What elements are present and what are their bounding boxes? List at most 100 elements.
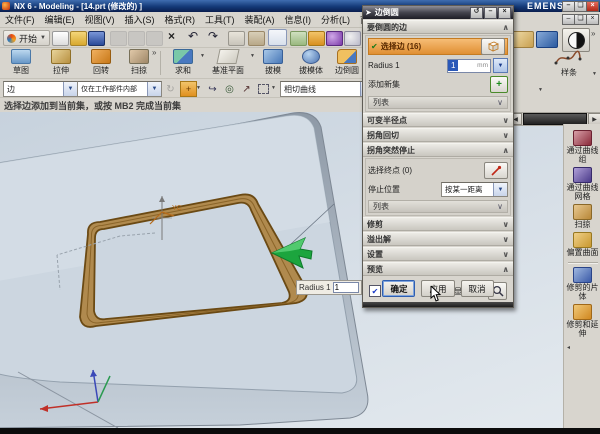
trim-label: 修剪 bbox=[367, 219, 383, 230]
snap-point-icon[interactable] bbox=[308, 31, 325, 46]
strip-collapse-icon[interactable]: ◂ bbox=[567, 344, 600, 351]
start-icon bbox=[7, 34, 16, 43]
swept-button[interactable]: 扫掠 bbox=[564, 204, 600, 229]
delete-icon[interactable]: × bbox=[168, 29, 175, 43]
edge-blend-label: 边倒圆 bbox=[328, 65, 366, 76]
unite-button[interactable]: 求和 bbox=[164, 49, 202, 76]
corner-setback-section-header[interactable]: 拐角回切 ∨ bbox=[363, 128, 513, 142]
type-filter-combo[interactable]: 边 ▼ bbox=[3, 81, 78, 97]
through-curve-mesh-button[interactable]: 通过曲线网格 bbox=[564, 167, 600, 201]
menu-view[interactable]: 视图(V) bbox=[80, 13, 120, 26]
draft-body-button[interactable]: 拔模体 bbox=[292, 49, 330, 76]
unite-dropdown-icon[interactable]: ▼ bbox=[200, 53, 205, 59]
touch-mode-icon[interactable] bbox=[228, 31, 245, 46]
redo-icon[interactable]: ↷ bbox=[208, 29, 218, 43]
through-curves-label: 通过曲线组 bbox=[565, 146, 600, 164]
dialog-reset-icon[interactable]: ↺ bbox=[470, 7, 483, 19]
new-file-icon[interactable] bbox=[52, 31, 69, 46]
preview-collapse-icon: ∧ bbox=[503, 265, 510, 274]
save-icon[interactable] bbox=[88, 31, 105, 46]
sketch-icon bbox=[11, 49, 31, 64]
radius-options-button[interactable]: ▼ bbox=[493, 58, 508, 73]
panel-overflow-icon[interactable]: » bbox=[591, 29, 595, 38]
start-button[interactable]: 开始 ▼ bbox=[3, 30, 50, 46]
overflow-section-header[interactable]: 溢出解 ∨ bbox=[363, 232, 513, 246]
through-curves-button[interactable]: 通过曲线组 bbox=[564, 130, 600, 164]
trim-and-extend-button[interactable]: 修剪和延伸 bbox=[564, 304, 600, 338]
menu-analysis[interactable]: 分析(L) bbox=[316, 13, 355, 26]
window-title: NX 6 - Modeling - [14.prt (修改的) ] bbox=[14, 1, 142, 12]
draft-button[interactable]: 拔模 bbox=[254, 49, 292, 76]
sketch-tool-icon[interactable] bbox=[290, 31, 307, 46]
select-endpoint-button[interactable] bbox=[484, 162, 508, 179]
deselect-icon[interactable]: ↪ bbox=[204, 81, 221, 97]
edge-blend-dialog: ➤ 边倒圆 ↺ – × 要倒圆的边 ∧ ✔ 选择边 (16) bbox=[362, 5, 514, 308]
edges-section-header[interactable]: 要倒圆的边 ∧ bbox=[363, 20, 513, 34]
stop-short-group: 选择终点 (0) 停止位置 按某一距离 ▼ 列表 ∨ bbox=[365, 158, 511, 216]
swoop-surface-icon[interactable] bbox=[536, 31, 558, 48]
selection-ball-icon[interactable] bbox=[326, 31, 343, 46]
revolve-button[interactable]: 回转 bbox=[82, 49, 120, 76]
dialog-title-bar[interactable]: ➤ 边倒圆 ↺ – × bbox=[363, 6, 513, 19]
menu-format[interactable]: 格式(R) bbox=[160, 13, 201, 26]
preview-section-header[interactable]: 预览 ∧ bbox=[363, 262, 513, 276]
menu-file[interactable]: 文件(F) bbox=[0, 13, 40, 26]
add-new-set-button[interactable]: + bbox=[490, 76, 508, 93]
select-endpoint-row[interactable]: 选择终点 (0) bbox=[368, 162, 508, 179]
menu-information[interactable]: 信息(I) bbox=[280, 13, 317, 26]
view-orient-icon[interactable] bbox=[248, 31, 265, 46]
variable-radius-section-header[interactable]: 可变半径点 ∨ bbox=[363, 113, 513, 127]
settings-section-header[interactable]: 设置 ∨ bbox=[363, 247, 513, 261]
open-file-icon[interactable] bbox=[70, 31, 87, 46]
select-arrow-icon[interactable]: ↗ bbox=[238, 81, 255, 97]
rectangle-select-icon[interactable] bbox=[255, 81, 272, 97]
onscreen-radius-input[interactable]: Radius 1 bbox=[296, 280, 362, 295]
rect-select-dropdown-icon[interactable]: ▼ bbox=[271, 85, 276, 91]
trim-section-header[interactable]: 修剪 ∨ bbox=[363, 217, 513, 231]
extrude-button[interactable]: 拉伸 bbox=[42, 49, 80, 76]
trimmed-sheet-button[interactable]: 修剪的片体 bbox=[564, 267, 600, 301]
studio-surface-icon[interactable] bbox=[512, 31, 534, 48]
brand-label: EMENS bbox=[527, 1, 564, 11]
edge-list-header[interactable]: 列表 ∨ bbox=[368, 96, 508, 109]
panel-more-dropdown-icon[interactable]: ▼ bbox=[592, 71, 597, 77]
offset-surface-button[interactable]: 偏置曲面 bbox=[564, 232, 600, 257]
onscreen-radius-field[interactable] bbox=[333, 282, 359, 293]
undo-icon[interactable]: ↶ bbox=[188, 29, 198, 43]
stop-position-dropdown-icon: ▼ bbox=[493, 183, 507, 196]
snap-dropdown-icon[interactable]: ▼ bbox=[196, 85, 201, 91]
help-icon[interactable] bbox=[344, 31, 361, 46]
ok-button[interactable]: 确定 bbox=[382, 280, 415, 297]
sketch-button[interactable]: 草图 bbox=[2, 49, 40, 76]
solid-cube-button[interactable] bbox=[481, 38, 505, 55]
dialog-minimize-icon[interactable]: – bbox=[484, 7, 497, 19]
radius-input[interactable]: 1 mm bbox=[447, 59, 491, 73]
curve-rule-combo[interactable]: 相切曲线 ▼ bbox=[280, 81, 375, 97]
mdi-close-button[interactable]: × bbox=[586, 14, 599, 25]
stop-short-section-header[interactable]: 拐角突然停止 ∧ bbox=[363, 143, 513, 157]
stop-position-combo[interactable]: 按某一距离 ▼ bbox=[441, 182, 508, 197]
spline-icon[interactable] bbox=[554, 49, 582, 67]
start-label: 开始 bbox=[19, 32, 37, 45]
endpoint-list-header[interactable]: 列表 ∨ bbox=[368, 200, 508, 213]
highlight-icon[interactable]: ◎ bbox=[221, 81, 238, 97]
csys-tool-button[interactable] bbox=[268, 29, 287, 46]
select-edge-row[interactable]: ✔ 选择边 (16) bbox=[368, 38, 508, 55]
dialog-close-icon[interactable]: × bbox=[498, 7, 511, 19]
settings-label: 设置 bbox=[367, 249, 383, 260]
draft-icon bbox=[263, 49, 283, 64]
menu-insert[interactable]: 插入(S) bbox=[120, 13, 160, 26]
menu-assemblies[interactable]: 装配(A) bbox=[240, 13, 280, 26]
menu-edit[interactable]: 编辑(E) bbox=[40, 13, 80, 26]
panel-more2-dropdown-icon[interactable]: ▼ bbox=[538, 87, 543, 93]
unite-icon bbox=[173, 49, 193, 64]
toolbar-overflow-icon[interactable]: » bbox=[152, 48, 156, 57]
edge-blend-button[interactable]: 边倒圆 bbox=[328, 49, 366, 76]
cancel-button[interactable]: 取消 bbox=[461, 280, 494, 297]
add-new-set-row[interactable]: 添加新集 + bbox=[368, 76, 508, 93]
datum-plane-button[interactable]: 基准平面 bbox=[206, 49, 250, 76]
close-button[interactable]: × bbox=[586, 1, 599, 12]
snap-point-toggle-icon[interactable]: + bbox=[180, 81, 197, 97]
menu-tools[interactable]: 工具(T) bbox=[200, 13, 240, 26]
scope-combo[interactable]: 仅在工作部件内部 ▼ bbox=[77, 81, 162, 97]
